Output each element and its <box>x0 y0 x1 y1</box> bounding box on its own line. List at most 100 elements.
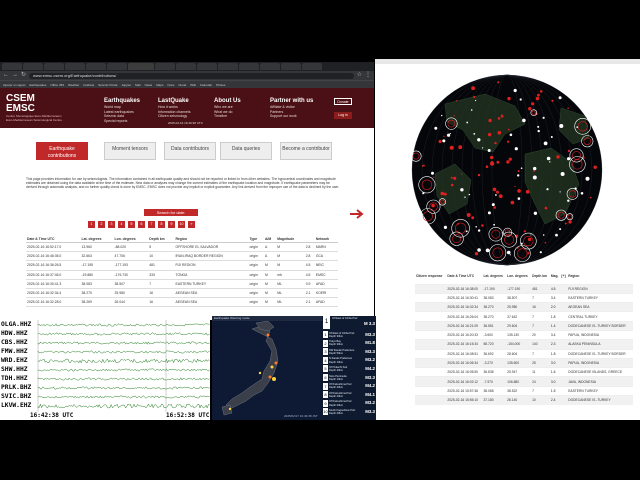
expand-cell[interactable] <box>560 292 568 303</box>
quake-entry[interactable]: 9 Off Fukushima Pref. Depth 20km M3.2 <box>322 399 376 408</box>
browser-tab[interactable] <box>107 63 127 70</box>
page-button[interactable]: » <box>188 221 195 228</box>
bookmark-item[interactable]: Wiki <box>190 83 196 87</box>
list-item[interactable]: 2025-02-16 16:08:51 36.692 28.604 7 1.8 DODEC… <box>415 348 633 359</box>
column-header[interactable]: Date & Time UTC <box>446 271 482 284</box>
browser-tab[interactable] <box>155 63 175 70</box>
menu-item[interactable]: Support our work <box>270 114 313 119</box>
page-button[interactable]: 9 <box>168 221 175 228</box>
page-button[interactable]: 10 <box>178 221 185 228</box>
quake-entry[interactable]: 3 SW Ibaraki Prefecture Depth 50km M3.3 <box>322 348 376 356</box>
page-button[interactable]: 1 <box>88 221 95 228</box>
page-button[interactable]: 8 <box>158 221 165 228</box>
site-tab[interactable]: Data queries <box>220 142 272 160</box>
emsc-logo[interactable]: CSEM EMSC Centre Sismologique Euro-Médit… <box>6 94 62 123</box>
expand-cell[interactable] <box>560 367 568 377</box>
browser-tab[interactable] <box>260 63 280 70</box>
list-item[interactable]: 2025-02-16 16:20:33 -3.600 135.130 20 3.4 PAP… <box>415 329 633 340</box>
bookmark-item[interactable]: Weather <box>68 83 79 87</box>
site-tab[interactable]: Data contributors <box>164 142 216 160</box>
bookmark-item[interactable]: Seismic Portal <box>98 83 117 87</box>
reload-icon[interactable]: ↻ <box>21 71 26 80</box>
column-header[interactable]: Lat. degrees <box>482 271 506 284</box>
list-item[interactable]: 2025-02-16 16:05:50 36.838 25.947 11 1.6 DODE… <box>415 367 633 377</box>
column-header[interactable]: Depth km <box>531 271 550 284</box>
browser-tab[interactable] <box>128 63 154 70</box>
page-button[interactable]: 5 <box>128 221 135 228</box>
expand-cell[interactable] <box>560 376 568 387</box>
browser-tab[interactable] <box>2 63 22 70</box>
browser-tab[interactable] <box>176 63 196 70</box>
browser-tab[interactable] <box>86 63 106 70</box>
expand-cell[interactable] <box>560 339 568 350</box>
page-button[interactable]: 2 <box>98 221 105 228</box>
quake-entry[interactable]: 5 Off Tokachi Sub Depth 40km M4.2 <box>322 365 376 373</box>
japan-map[interactable] <box>212 321 322 420</box>
site-tab[interactable]: Become a contributor <box>280 142 332 160</box>
list-item[interactable]: 2025-02-16 16:32:34 38.270 25.980 16 2.0 AEGE… <box>415 302 633 312</box>
bookmark-item[interactable]: Office 365 <box>50 83 64 87</box>
browser-tab[interactable] <box>65 63 85 70</box>
expand-cell[interactable] <box>560 395 568 405</box>
menu-heading[interactable]: LastQuake <box>158 97 191 105</box>
site-tab[interactable]: Moment tensors <box>104 142 156 160</box>
quake-entry[interactable]: 1 Off East of Chiba Pref. Depth 30km M3.3 <box>322 331 376 339</box>
browser-tab[interactable] <box>239 63 259 70</box>
login-button[interactable]: Log in <box>334 112 352 119</box>
site-tab[interactable]: Earthquake contributions <box>36 142 88 160</box>
bookmark-item[interactable]: Grafana <box>83 83 94 87</box>
list-item[interactable]: 2025-02-16 16:06:34 -3.270 135.600 25 3.0 PAP… <box>415 357 633 368</box>
search-date-button[interactable]: Search for date: <box>144 209 198 216</box>
quake-entry[interactable]: 10 South Kagoshima Pref. Depth 20km M3.3 <box>322 408 376 416</box>
table-row[interactable]: 2025-02-16 16:37:46.0 -19.880 -176.730 333 T… <box>26 270 338 280</box>
table-row[interactable]: 2025-02-16 16:36:26.5 -17.195 -177.193 481 F… <box>26 260 338 271</box>
table-row[interactable]: 2025-02-16 16:32:28.0 38.269 26.044 16 AEGEA… <box>26 297 338 308</box>
column-header[interactable]: Lon. degrees <box>506 271 531 284</box>
forward-icon[interactable]: → <box>12 71 18 80</box>
expand-cell[interactable] <box>560 302 568 312</box>
quake-entry[interactable]: 8 Off Fukushima Pref. Depth 20km M4.1 <box>322 391 376 399</box>
bookmark-item[interactable]: Maps <box>156 83 163 87</box>
quake-entry[interactable]: 7 Off Fukushima Pref. Depth 20km M4.2 <box>322 382 376 391</box>
browser-tab[interactable] <box>302 63 322 70</box>
earthquake-globe[interactable] <box>375 64 640 271</box>
menu-heading[interactable]: About Us <box>214 97 241 105</box>
quake-entry[interactable]: 4N Ibaraki Prefecture Depth 10km M3.2 <box>322 356 376 365</box>
table-row[interactable]: 2025-02-16 16:30:41.3 38.083 38.507 7 EASTER… <box>26 279 338 289</box>
back-icon[interactable]: ← <box>3 71 9 80</box>
list-item[interactable]: 2025-02-16 15:55:10 37.180 28.140 10 2.4 DODE… <box>415 395 633 405</box>
bookmark-item[interactable]: Ajouter un signet <box>3 83 26 87</box>
donate-button[interactable]: Donate <box>334 98 352 105</box>
page-button[interactable]: 3 <box>108 221 115 228</box>
page-button[interactable]: 7 <box>148 221 155 228</box>
quake-entry[interactable]: 2 Tokyo Bay Depth 30km M1.8 <box>322 339 376 348</box>
browser-tab[interactable] <box>23 63 43 70</box>
expand-cell[interactable] <box>560 320 568 331</box>
list-item[interactable]: 2025-02-16 16:15:34 58.720 -154.000 140 2.3 A… <box>415 339 633 350</box>
list-item[interactable]: 2025-02-16 16:38:00 -17.190 -177.190 481 4.5… <box>415 283 633 294</box>
list-item[interactable]: 2025-02-16 16:02:12 -7.970 106.880 24 3.0 JAV… <box>415 376 633 387</box>
expand-cell[interactable] <box>560 348 568 359</box>
list-item[interactable]: 2025-02-16 16:21:09 36.551 29.604 7 1.4 DODEC… <box>415 320 633 331</box>
expand-cell[interactable] <box>560 283 568 294</box>
bookmark-item[interactable]: Docs <box>168 83 175 87</box>
column-header[interactable]: Citizen response <box>415 271 446 284</box>
page-button[interactable]: 4 <box>118 221 125 228</box>
menu-item[interactable]: Timeline <box>214 114 241 119</box>
menu-heading[interactable]: Earthquakes <box>104 97 140 105</box>
list-item[interactable]: 2025-02-16 15:57:36 38.068 38.522 7 1.5 EASTE… <box>415 385 633 396</box>
bookmark-item[interactable]: Mail <box>135 83 141 87</box>
expand-cell[interactable] <box>560 385 568 396</box>
expand-cell[interactable] <box>560 329 568 340</box>
menu-icon[interactable]: ⋮ <box>365 71 371 80</box>
table-row[interactable]: 2025-02-16 16:46:35.0 32.663 47.706 10 IRAN-… <box>26 251 338 262</box>
bookmark-item[interactable]: Photos <box>216 83 225 87</box>
column-header[interactable]: Region <box>567 271 633 284</box>
bookmark-item[interactable]: Cloud <box>178 83 186 87</box>
star-icon[interactable]: ☆ <box>357 71 362 80</box>
table-row[interactable]: 2025-02-16 16:32:34.4 38.270 25.980 16 AEGEA… <box>26 288 338 299</box>
column-header[interactable]: Mag. <box>550 271 561 284</box>
expand-cell[interactable] <box>560 357 568 368</box>
bookmark-item[interactable]: News <box>145 83 153 87</box>
expand-cell[interactable] <box>560 311 568 322</box>
